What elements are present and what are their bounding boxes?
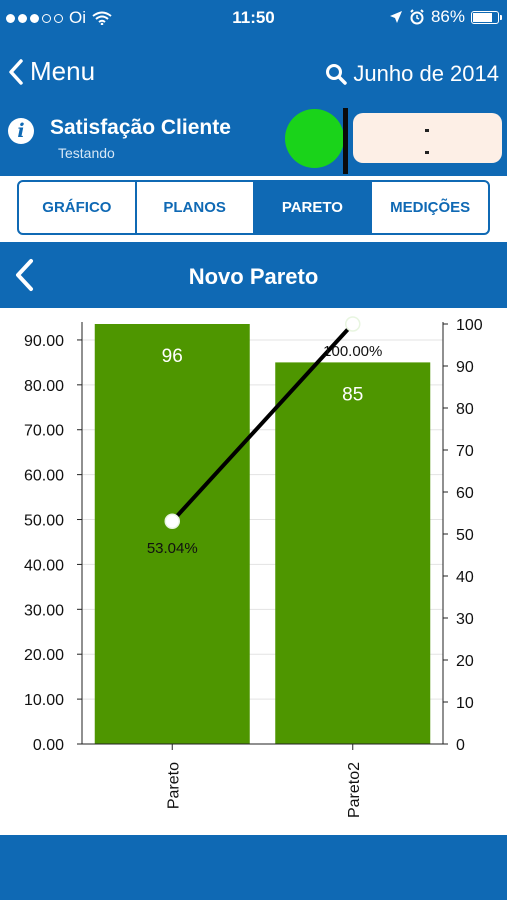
tab-bar: GRÁFICO PLANOS PARETO MEDIÇÕES	[17, 180, 490, 235]
indicator-title: Satisfação Cliente	[50, 116, 231, 139]
left-tick-label: 60.00	[24, 468, 64, 485]
right-tick-label: 90	[456, 359, 474, 376]
info-icon[interactable]: i	[8, 118, 34, 144]
pareto-chart: 96 Pareto 85 Pareto2 0.00 10.00 20.00 30.00 40.0…	[24, 316, 483, 818]
month-selector[interactable]: Junho de 2014	[325, 61, 499, 87]
indicator-divider	[343, 108, 348, 174]
right-tick-label: 0	[456, 737, 465, 754]
menu-back-label: Menu	[30, 56, 96, 86]
right-tick-label: 30	[456, 611, 474, 628]
left-tick-label: 90.00	[24, 333, 64, 350]
alarm-clock-icon	[410, 9, 424, 25]
left-tick-label: 50.00	[24, 513, 64, 530]
search-icon	[326, 64, 348, 85]
battery-icon	[471, 10, 502, 24]
cumulative-point	[164, 513, 180, 529]
bar	[94, 324, 250, 744]
indicator-value-box	[353, 113, 502, 163]
category-label: Pareto2	[346, 762, 363, 818]
cumulative-point-label: 100.00%	[323, 343, 382, 360]
cumulative-point-label: 53.04%	[147, 540, 198, 557]
bar-value-label: 96	[162, 346, 183, 367]
location-arrow-icon	[389, 11, 402, 23]
left-tick-label: 40.00	[24, 557, 64, 574]
category-label: Pareto	[165, 762, 182, 809]
tab-pareto[interactable]: PARETO	[254, 182, 373, 233]
bar-value-label: 85	[342, 384, 363, 405]
section-title: Novo Pareto	[188, 264, 319, 289]
status-bar: Oi 11:50 86%	[0, 0, 507, 36]
tab-planos[interactable]: PLANOS	[137, 182, 255, 233]
status-indicator-circle	[285, 109, 344, 168]
top-header: Oi 11:50 86% Menu Junho de 2014 i Satisf…	[0, 0, 507, 176]
left-tick-label: 70.00	[24, 423, 64, 440]
right-tick-label: 80	[456, 401, 474, 418]
cumulative-point	[345, 316, 361, 332]
month-label: Junho de 2014	[353, 61, 499, 86]
left-tick-label: 20.00	[24, 647, 64, 664]
section-header: Novo Pareto	[0, 242, 507, 308]
right-tick-label: 60	[456, 485, 474, 502]
right-tick-label: 20	[456, 653, 474, 670]
right-tick-label: 50	[456, 527, 474, 544]
indicator-row: i Satisfação Cliente Testando	[0, 108, 507, 176]
menu-back-button[interactable]: Menu	[8, 56, 95, 87]
tabs-area: GRÁFICO PLANOS PARETO MEDIÇÕES	[0, 176, 507, 242]
indicator-subtitle: Testando	[58, 145, 115, 161]
right-tick-label: 100	[456, 317, 483, 334]
tab-medicoes[interactable]: MEDIÇÕES	[372, 182, 488, 233]
battery-percent: 86%	[430, 7, 465, 26]
left-tick-label: 0.00	[33, 737, 64, 754]
right-tick-label: 70	[456, 443, 474, 460]
chevron-left-icon	[9, 58, 23, 85]
tab-grafico[interactable]: GRÁFICO	[19, 182, 137, 233]
left-tick-label: 10.00	[24, 692, 64, 709]
bar	[275, 362, 431, 744]
bottom-bar	[0, 835, 507, 900]
left-tick-label: 80.00	[24, 378, 64, 395]
right-tick-label: 40	[456, 569, 474, 586]
right-tick-label: 10	[456, 695, 474, 712]
left-tick-label: 30.00	[24, 602, 64, 619]
